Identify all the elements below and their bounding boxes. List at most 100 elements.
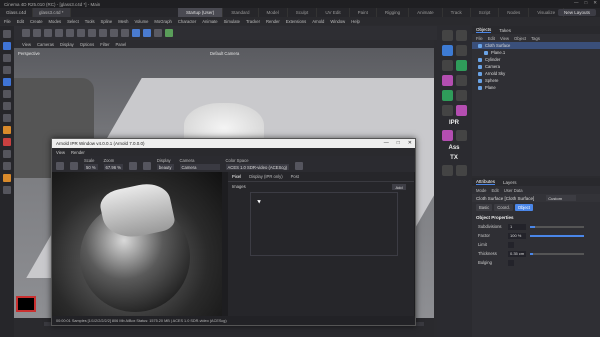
menu-extensions[interactable]: Extensions xyxy=(286,19,306,24)
menu-tracker[interactable]: Tracker xyxy=(246,19,260,24)
vp-menu-filter[interactable]: Filter xyxy=(100,42,109,47)
attr-tab-object[interactable]: Object xyxy=(514,204,533,211)
layout-tab-script[interactable]: Script xyxy=(471,8,500,17)
object-row-camera[interactable]: Camera xyxy=(472,63,600,70)
rotate-tool-icon[interactable] xyxy=(3,66,11,74)
ipr-menu-view[interactable]: View xyxy=(56,150,65,155)
ri-icon-2[interactable] xyxy=(455,30,467,41)
pen-icon[interactable] xyxy=(33,29,41,37)
minimize-button[interactable]: — xyxy=(574,0,579,6)
ipr-scale-field[interactable]: 50 % xyxy=(84,164,98,170)
doc-tab-glass[interactable]: Glass.c4d xyxy=(0,8,34,17)
menu-animate[interactable]: Animate xyxy=(202,19,217,24)
layout-tab-animate[interactable]: Animate xyxy=(409,8,443,17)
menu-create[interactable]: Create xyxy=(30,19,43,24)
move-tool-icon[interactable] xyxy=(3,42,11,50)
ipr-tab-display[interactable]: Display (IPR only) xyxy=(249,174,283,179)
cube-icon[interactable] xyxy=(22,29,30,37)
ipr-images-list[interactable] xyxy=(250,192,398,256)
texture-mode-icon[interactable] xyxy=(3,126,11,134)
bulging-checkbox[interactable] xyxy=(508,259,514,266)
light-icon[interactable] xyxy=(121,29,129,37)
render-icon[interactable] xyxy=(143,29,151,37)
render-view-icon[interactable] xyxy=(132,29,140,37)
menu-render[interactable]: Render xyxy=(266,19,280,24)
object-row-plane[interactable]: Plane xyxy=(472,84,600,91)
ri-icon-10[interactable] xyxy=(455,90,467,101)
boole-icon[interactable] xyxy=(66,29,74,37)
doc-tab-glass3[interactable]: glass3.c4d * xyxy=(33,8,71,17)
vp-menu-panel[interactable]: Panel xyxy=(116,42,127,47)
ipr-crop-icon[interactable] xyxy=(142,162,151,170)
ri-icon-12[interactable] xyxy=(455,105,467,116)
ri-icon-6[interactable] xyxy=(455,60,467,71)
menu-file[interactable]: File xyxy=(4,19,11,24)
layout-tab-nodes[interactable]: Nodes xyxy=(499,8,530,17)
ipr-zoom-field[interactable]: 67.96 % xyxy=(103,164,123,170)
tab-layers[interactable]: Layers xyxy=(503,180,517,185)
ri-icon-14[interactable] xyxy=(455,130,467,141)
ipr-camera-dropdown[interactable]: Camera xyxy=(179,164,220,170)
ri-icon-5[interactable] xyxy=(441,60,453,71)
menu-spline[interactable]: Spline xyxy=(101,19,113,24)
ri-icon-11[interactable] xyxy=(441,105,453,116)
vp-menu-cameras[interactable]: Cameras xyxy=(37,42,54,47)
undo-icon[interactable] xyxy=(3,30,11,38)
object-mode-icon[interactable] xyxy=(3,138,11,146)
menu-mograph[interactable]: MoGraph xyxy=(154,19,171,24)
ri-icon-7[interactable] xyxy=(441,75,453,86)
menu-help[interactable]: Help xyxy=(351,19,360,24)
attr-menu-edit[interactable]: Edit xyxy=(491,188,498,193)
subdivision-icon[interactable] xyxy=(44,29,52,37)
layout-tab-standard[interactable]: Standard xyxy=(223,8,259,17)
points-mode-icon[interactable] xyxy=(3,90,11,98)
lock-icon[interactable] xyxy=(3,186,11,194)
snap-icon[interactable] xyxy=(3,150,11,158)
floor-icon[interactable] xyxy=(99,29,107,37)
thickness-field[interactable]: 0.35 cm xyxy=(508,250,526,257)
obj-menu-tags[interactable]: Tags xyxy=(531,36,540,41)
vp-menu-display[interactable]: Display xyxy=(60,42,74,47)
ipr-minimize-button[interactable]: — xyxy=(384,140,389,146)
layout-tab-uv-edit[interactable]: UV Edit xyxy=(317,8,350,17)
tab-takes[interactable]: Takes xyxy=(499,28,511,33)
obj-menu-view[interactable]: View xyxy=(500,36,509,41)
ipr-menu-render[interactable]: Render xyxy=(71,150,85,155)
layout-tab-startup[interactable]: Startup (User) xyxy=(178,8,224,17)
ass-icon[interactable]: Ass xyxy=(448,145,459,151)
object-row-cloth-surface[interactable]: Cloth Surface xyxy=(472,42,600,49)
close-button[interactable]: ✕ xyxy=(593,0,597,6)
tab-objects[interactable]: Objects xyxy=(476,27,492,33)
vp-menu-options[interactable]: Options xyxy=(80,42,94,47)
ipr-maximize-button[interactable]: □ xyxy=(397,140,400,146)
object-row-sphere[interactable]: Sphere xyxy=(472,77,600,84)
ri-icon-13[interactable] xyxy=(441,130,453,141)
ipr-region-icon[interactable] xyxy=(128,162,137,170)
ipr-close-button[interactable]: ✕ xyxy=(408,140,412,146)
ipr-display-dropdown[interactable]: beauty xyxy=(156,164,174,170)
scale-tool-icon[interactable] xyxy=(3,54,11,62)
attr-mode-dropdown[interactable]: Custom xyxy=(546,195,577,201)
layout-tab-paint[interactable]: Paint xyxy=(350,8,377,17)
select-tool-icon[interactable] xyxy=(3,78,11,86)
factor-slider[interactable] xyxy=(530,234,584,237)
subdivisions-slider[interactable] xyxy=(530,225,584,228)
polygons-mode-icon[interactable] xyxy=(3,114,11,122)
array-icon[interactable] xyxy=(55,29,63,37)
ri-icon-1[interactable] xyxy=(441,30,453,41)
ipr-tab-post[interactable]: Post xyxy=(291,174,299,179)
maximize-button[interactable]: □ xyxy=(585,0,588,6)
menu-window[interactable]: Window xyxy=(330,19,345,24)
ipr-snapshot-icon[interactable] xyxy=(295,162,304,170)
ri-icon-4[interactable] xyxy=(455,45,467,56)
menu-modes[interactable]: Modes xyxy=(49,19,62,24)
thickness-slider[interactable] xyxy=(530,252,584,255)
object-row-plane1[interactable]: Plane.1 xyxy=(472,49,600,56)
obj-menu-file[interactable]: File xyxy=(476,36,483,41)
menu-select[interactable]: Select xyxy=(67,19,79,24)
ipr-render-canvas[interactable] xyxy=(52,172,222,317)
bend-icon[interactable] xyxy=(77,29,85,37)
tx-icon[interactable]: TX xyxy=(450,155,458,161)
menu-character[interactable]: Character xyxy=(178,19,196,24)
menu-arnold[interactable]: Arnold xyxy=(312,19,324,24)
